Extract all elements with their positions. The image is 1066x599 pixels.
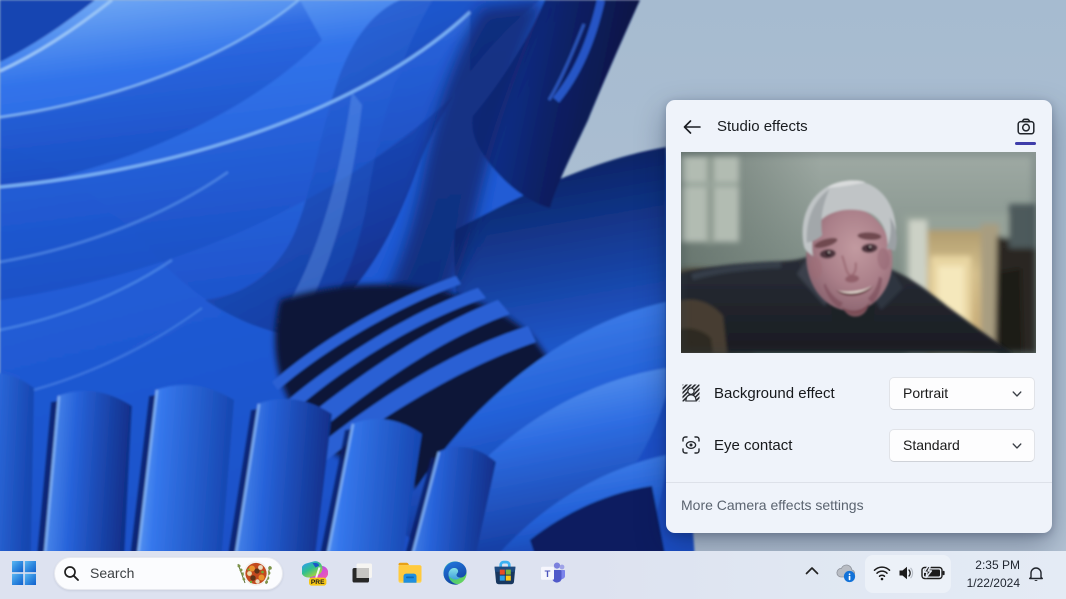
svg-text:PRE: PRE [311,579,325,586]
svg-text:T: T [545,568,551,579]
